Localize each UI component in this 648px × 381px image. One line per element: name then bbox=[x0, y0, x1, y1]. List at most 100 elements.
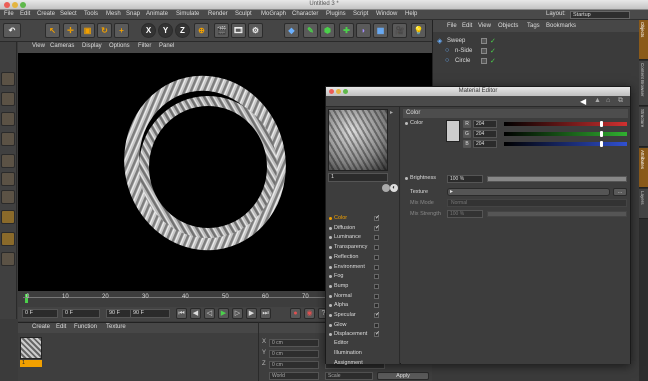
tab-attributes[interactable]: Attributes bbox=[639, 148, 648, 188]
obj-menu-file[interactable]: File bbox=[447, 23, 457, 29]
channel-item-normal[interactable]: Normal bbox=[328, 292, 383, 301]
snap-icon[interactable] bbox=[1, 252, 15, 266]
channel-checkbox[interactable] bbox=[374, 214, 380, 223]
me-zoom-button[interactable] bbox=[343, 89, 348, 94]
rotate-tool-icon[interactable]: ↻ bbox=[97, 23, 112, 38]
color-r-slider[interactable] bbox=[504, 121, 627, 127]
render-picture-viewer-icon[interactable]: 🎞 bbox=[231, 23, 246, 38]
object-row-sweep[interactable]: ◈ Sweep ✓ bbox=[437, 37, 577, 46]
tweak-mode-icon[interactable] bbox=[1, 232, 15, 246]
texture-browse-button[interactable]: ... bbox=[613, 188, 627, 196]
enabled-check-icon[interactable]: ✓ bbox=[490, 37, 496, 45]
enabled-check-icon[interactable]: ✓ bbox=[490, 47, 496, 55]
edges-mode-icon[interactable] bbox=[1, 172, 15, 186]
autokey-icon[interactable]: ◉ bbox=[304, 308, 315, 319]
visibility-icon[interactable] bbox=[481, 48, 487, 54]
coordinate-system-icon[interactable]: ⊕ bbox=[194, 23, 209, 38]
color-r-field[interactable]: 204 bbox=[473, 120, 497, 128]
floor-icon[interactable]: ▦ bbox=[373, 23, 388, 38]
menu-sculpt[interactable]: Sculpt bbox=[235, 11, 252, 17]
tab-layers[interactable]: Layers bbox=[639, 189, 648, 219]
x-axis-toggle[interactable]: X bbox=[141, 23, 156, 38]
move-tool-icon[interactable]: ✛ bbox=[63, 23, 78, 38]
render-settings-icon[interactable]: ⚙ bbox=[248, 23, 263, 38]
menu-mograph[interactable]: MoGraph bbox=[261, 11, 286, 17]
viewport-menu-display[interactable]: Display bbox=[82, 43, 102, 49]
channel-checkbox[interactable] bbox=[374, 322, 379, 328]
channel-checkbox[interactable] bbox=[374, 264, 379, 270]
texture-field[interactable]: ▸ bbox=[447, 188, 610, 196]
channel-options-icon[interactable] bbox=[382, 184, 390, 192]
brightness-field[interactable]: 100 % bbox=[447, 175, 483, 183]
coord-x-field[interactable]: 0 cm bbox=[269, 339, 319, 347]
menu-animate[interactable]: Animate bbox=[146, 11, 168, 17]
coord-mode-select[interactable]: World bbox=[269, 372, 319, 380]
tab-objects[interactable]: Objects bbox=[639, 20, 648, 60]
undo-button[interactable]: ↶ bbox=[3, 23, 21, 38]
next-frame-icon[interactable]: ▷ bbox=[232, 308, 243, 319]
channel-checkbox[interactable] bbox=[374, 311, 380, 320]
channel-item-diffusion[interactable]: Diffusion bbox=[328, 224, 383, 233]
channel-item-displacement[interactable]: Displacement bbox=[328, 330, 383, 339]
start-frame-field[interactable]: 0 F bbox=[62, 309, 100, 318]
enable-axis-icon[interactable] bbox=[1, 210, 15, 224]
subdivision-icon[interactable]: ⬢ bbox=[320, 23, 335, 38]
material-name-field[interactable]: 1 bbox=[328, 173, 388, 182]
material-editor-title[interactable]: Material Editor bbox=[326, 87, 630, 96]
obj-menu-objects[interactable]: Objects bbox=[498, 23, 518, 29]
menu-edit[interactable]: Edit bbox=[20, 11, 30, 17]
viewport-menu-panel[interactable]: Panel bbox=[159, 43, 174, 49]
go-to-end-icon[interactable]: ⏭ bbox=[260, 308, 271, 319]
channel-checkbox[interactable] bbox=[374, 235, 379, 241]
points-mode-icon[interactable] bbox=[1, 154, 15, 168]
channel-checkbox[interactable] bbox=[374, 274, 379, 280]
y-axis-toggle[interactable]: Y bbox=[158, 23, 173, 38]
menu-window[interactable]: Window bbox=[376, 11, 397, 17]
cube-primitive-icon[interactable]: ◆ bbox=[284, 23, 299, 38]
lock-icon[interactable]: ⌂ bbox=[606, 97, 610, 104]
material-thumbnail[interactable] bbox=[20, 337, 42, 359]
channel-toggle-icon[interactable]: ◐ bbox=[390, 184, 398, 192]
channel-checkbox[interactable] bbox=[374, 293, 379, 299]
back-arrow-icon[interactable]: ◀ bbox=[580, 97, 586, 106]
color-swatch[interactable] bbox=[446, 120, 460, 142]
new-window-icon[interactable]: ⧉ bbox=[618, 97, 623, 105]
coord-scale-select[interactable]: Scale bbox=[325, 372, 373, 380]
menu-help[interactable]: Help bbox=[405, 11, 417, 17]
camera-icon[interactable]: 🎥 bbox=[392, 23, 407, 38]
brightness-slider[interactable] bbox=[487, 176, 627, 182]
channel-checkbox[interactable] bbox=[374, 283, 379, 289]
menu-plugins[interactable]: Plugins bbox=[326, 11, 346, 17]
tab-content-browser[interactable]: Content Browser bbox=[639, 61, 648, 106]
mix-mode-select[interactable]: Normal bbox=[447, 199, 627, 207]
pen-spline-icon[interactable]: ✎ bbox=[303, 23, 318, 38]
obj-menu-edit[interactable]: Edit bbox=[462, 23, 472, 29]
previous-key-icon[interactable]: ◀ bbox=[190, 308, 201, 319]
deformer-icon[interactable]: ◗ bbox=[356, 23, 371, 38]
material-preview[interactable] bbox=[328, 109, 388, 171]
channel-item-fog[interactable]: Fog bbox=[328, 272, 383, 281]
model-mode-icon[interactable] bbox=[1, 92, 15, 106]
scale-tool-icon[interactable]: ▣ bbox=[80, 23, 95, 38]
channel-item-glow[interactable]: Glow bbox=[328, 321, 383, 330]
visibility-icon[interactable] bbox=[481, 58, 487, 64]
layout-select[interactable]: Startup bbox=[570, 11, 630, 19]
current-frame-field[interactable]: 0 F bbox=[22, 309, 58, 318]
color-g-slider[interactable] bbox=[504, 131, 627, 137]
mat-menu-edit[interactable]: Edit bbox=[56, 324, 66, 330]
array-icon[interactable]: ✚ bbox=[339, 23, 354, 38]
channel-checkbox[interactable] bbox=[374, 330, 380, 339]
axis-mode-icon[interactable] bbox=[1, 132, 15, 146]
previous-frame-icon[interactable]: ◁ bbox=[204, 308, 215, 319]
mix-strength-field[interactable]: 100 % bbox=[447, 210, 483, 218]
menu-simulate[interactable]: Simulate bbox=[176, 11, 199, 17]
visibility-icon[interactable] bbox=[481, 38, 487, 44]
channel-illumination[interactable]: Illumination bbox=[334, 350, 362, 356]
menu-tools[interactable]: Tools bbox=[84, 11, 98, 17]
channel-letter-g[interactable]: G bbox=[463, 130, 471, 138]
apply-button[interactable]: Apply bbox=[377, 372, 429, 380]
viewport-menu-cameras[interactable]: Cameras bbox=[50, 43, 74, 49]
channel-letter-b[interactable]: B bbox=[463, 140, 471, 148]
play-icon[interactable]: ▶ bbox=[218, 308, 229, 319]
slider-knob[interactable] bbox=[600, 121, 603, 127]
